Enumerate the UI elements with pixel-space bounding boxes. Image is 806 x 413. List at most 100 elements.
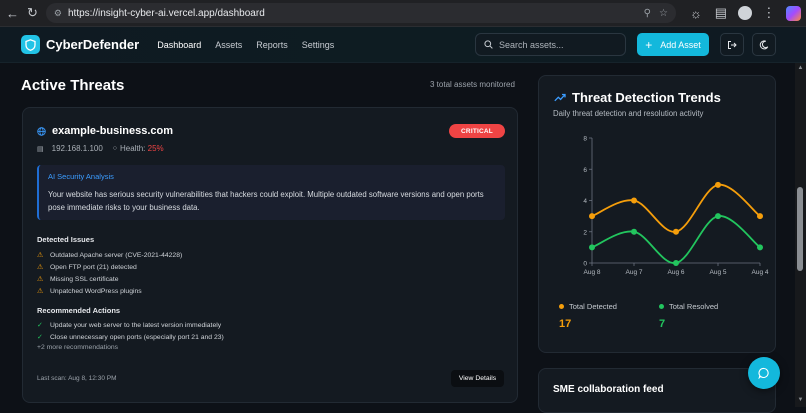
moon-icon: [759, 39, 769, 49]
y-tick-label: 6: [583, 167, 587, 174]
server-icon: ▤: [37, 145, 44, 153]
detected-data-point: [715, 181, 721, 188]
detected-data-point: [589, 213, 595, 220]
key-icon[interactable]: ⚲: [644, 8, 651, 19]
resolved-data-point: [631, 228, 637, 235]
health-icon: ○: [112, 145, 118, 152]
issue-list: ⚠ Outdated Apache server (CVE-2021-44228)…: [37, 249, 182, 297]
action-text: Update your web server to the latest ver…: [50, 321, 222, 329]
x-tick-label: Aug 6: [668, 269, 685, 276]
ai-analysis-title: AI Security Analysis: [48, 172, 114, 181]
action-list: ✓ Update your web server to the latest ve…: [37, 319, 224, 352]
resolved-data-point: [715, 213, 721, 220]
extensions-icon[interactable]: ☼: [688, 5, 704, 21]
theme-toggle-button[interactable]: [752, 33, 776, 56]
y-tick-label: 8: [583, 136, 587, 143]
ip-address: 192.168.1.100: [51, 144, 103, 153]
issue-text: Unpatched WordPress plugins: [50, 287, 142, 295]
bookmark-star-icon[interactable]: ☆: [659, 8, 668, 19]
search-placeholder: Search assets...: [499, 39, 564, 50]
y-tick-label: 2: [583, 229, 587, 236]
action-item: ✓ Close unnecessary open ports (especiall…: [37, 331, 224, 343]
warning-icon: ⚠: [37, 264, 44, 271]
severity-badge: CRITICAL: [449, 124, 505, 138]
nav-assets[interactable]: Assets: [215, 40, 242, 50]
sme-feed-title: SME collaboration feed: [553, 384, 664, 395]
detected-issues-title: Detected Issues: [37, 235, 95, 244]
scroll-up-arrow-icon[interactable]: ▲: [797, 65, 804, 72]
legend-detected-label: Total Detected: [569, 302, 617, 311]
issue-text: Missing SSL certificate: [50, 275, 119, 283]
detected-data-point: [673, 228, 679, 235]
y-tick-label: 4: [583, 198, 587, 205]
threat-card: example-business.com CRITICAL ▤ 192.168.…: [22, 107, 518, 403]
check-circle-icon: ✓: [37, 322, 43, 329]
action-text: Close unnecessary open ports (especially…: [50, 333, 224, 341]
search-input[interactable]: Search assets...: [475, 33, 626, 56]
resolved-data-point: [673, 260, 679, 266]
brand-name[interactable]: CyberDefender: [46, 37, 139, 52]
address-bar[interactable]: ⚙ https://insight-cyber-ai.vercel.app/da…: [45, 3, 676, 23]
legend-resolved: Total Resolved 7: [659, 302, 759, 330]
x-tick-label: Aug 4: [752, 269, 769, 276]
sme-feed-card: SME collaboration feed: [538, 368, 776, 413]
x-tick-label: Aug 7: [626, 269, 643, 276]
add-asset-button[interactable]: + Add Asset: [637, 33, 709, 56]
detected-data-point: [631, 197, 637, 204]
detected-total: 17: [559, 318, 572, 330]
health-value: 25%: [147, 144, 164, 153]
app-navbar: CyberDefender Dashboard Assets Reports S…: [0, 27, 806, 63]
copilot-icon[interactable]: [785, 5, 801, 21]
site-info-icon[interactable]: ⚙: [54, 8, 62, 19]
nav-settings[interactable]: Settings: [302, 40, 335, 50]
x-tick-label: Aug 5: [710, 269, 727, 276]
scroll-thumb[interactable]: [797, 187, 803, 271]
reload-icon[interactable]: ↻: [27, 5, 38, 21]
health-label: Health:: [120, 144, 146, 153]
logout-icon: [728, 40, 737, 49]
chart-legend: Total Detected 17 Total Resolved 7: [559, 302, 759, 330]
trend-line-chart: 0 2 4 6 8 Aug 8 Aug 7 Aug 6 Aug 5 Aug 4: [583, 136, 769, 277]
trending-up-icon: [554, 93, 566, 102]
threat-domain: example-business.com: [37, 125, 173, 137]
chat-bubble-icon: [758, 367, 769, 379]
view-details-button[interactable]: View Details: [451, 370, 504, 387]
menu-dots-icon[interactable]: ⋮: [761, 5, 777, 21]
sidebar-icon[interactable]: ▤: [713, 5, 729, 21]
scroll-down-arrow-icon[interactable]: ▼: [797, 397, 804, 404]
warning-icon: ⚠: [37, 276, 44, 283]
logout-button[interactable]: [720, 33, 744, 56]
asset-meta: ▤ 192.168.1.100 ○ Health: 25%: [37, 144, 164, 153]
resolved-data-point: [589, 244, 595, 251]
x-tick-label: Aug 8: [584, 269, 601, 276]
search-icon: [484, 40, 493, 49]
warning-icon: ⚠: [37, 288, 44, 295]
issue-item: ⚠ Unpatched WordPress plugins: [37, 285, 182, 297]
legend-resolved-label: Total Resolved: [669, 302, 719, 311]
legend-detected: Total Detected 17: [559, 302, 659, 330]
nav-reports[interactable]: Reports: [256, 40, 288, 50]
action-item: ✓ Update your web server to the latest ve…: [37, 319, 224, 331]
profile-avatar[interactable]: [737, 6, 752, 20]
resolved-total: 7: [659, 318, 666, 330]
resolved-series-line: [591, 215, 761, 264]
globe-icon: [37, 126, 46, 136]
detected-data-point: [757, 213, 763, 220]
trends-title: Threat Detection Trends: [554, 90, 721, 105]
y-tick-label: 0: [583, 261, 587, 268]
issue-text: Open FTP port (21) detected: [50, 263, 137, 271]
more-recommendations-link[interactable]: +2 more recommendations: [37, 344, 224, 351]
nav-dashboard[interactable]: Dashboard: [157, 40, 201, 50]
detected-dot: [559, 304, 564, 309]
trends-subtitle: Daily threat detection and resolution ac…: [553, 109, 704, 118]
issue-text: Outdated Apache server (CVE-2021-44228): [50, 251, 183, 259]
back-icon[interactable]: ←: [6, 5, 19, 21]
page-scrollbar[interactable]: ▲ ▼: [795, 63, 806, 407]
chat-button[interactable]: [748, 357, 780, 389]
ai-analysis-box: AI Security Analysis Your website has se…: [37, 165, 505, 220]
ai-analysis-text: Your website has serious security vulner…: [48, 190, 484, 212]
last-scan-time: Last scan: Aug 8, 12:30 PM: [37, 375, 117, 382]
issue-item: ⚠ Missing SSL certificate: [37, 273, 182, 285]
shield-logo-icon: [21, 35, 40, 54]
threat-trends-card: Threat Detection Trends Daily threat det…: [538, 75, 776, 353]
